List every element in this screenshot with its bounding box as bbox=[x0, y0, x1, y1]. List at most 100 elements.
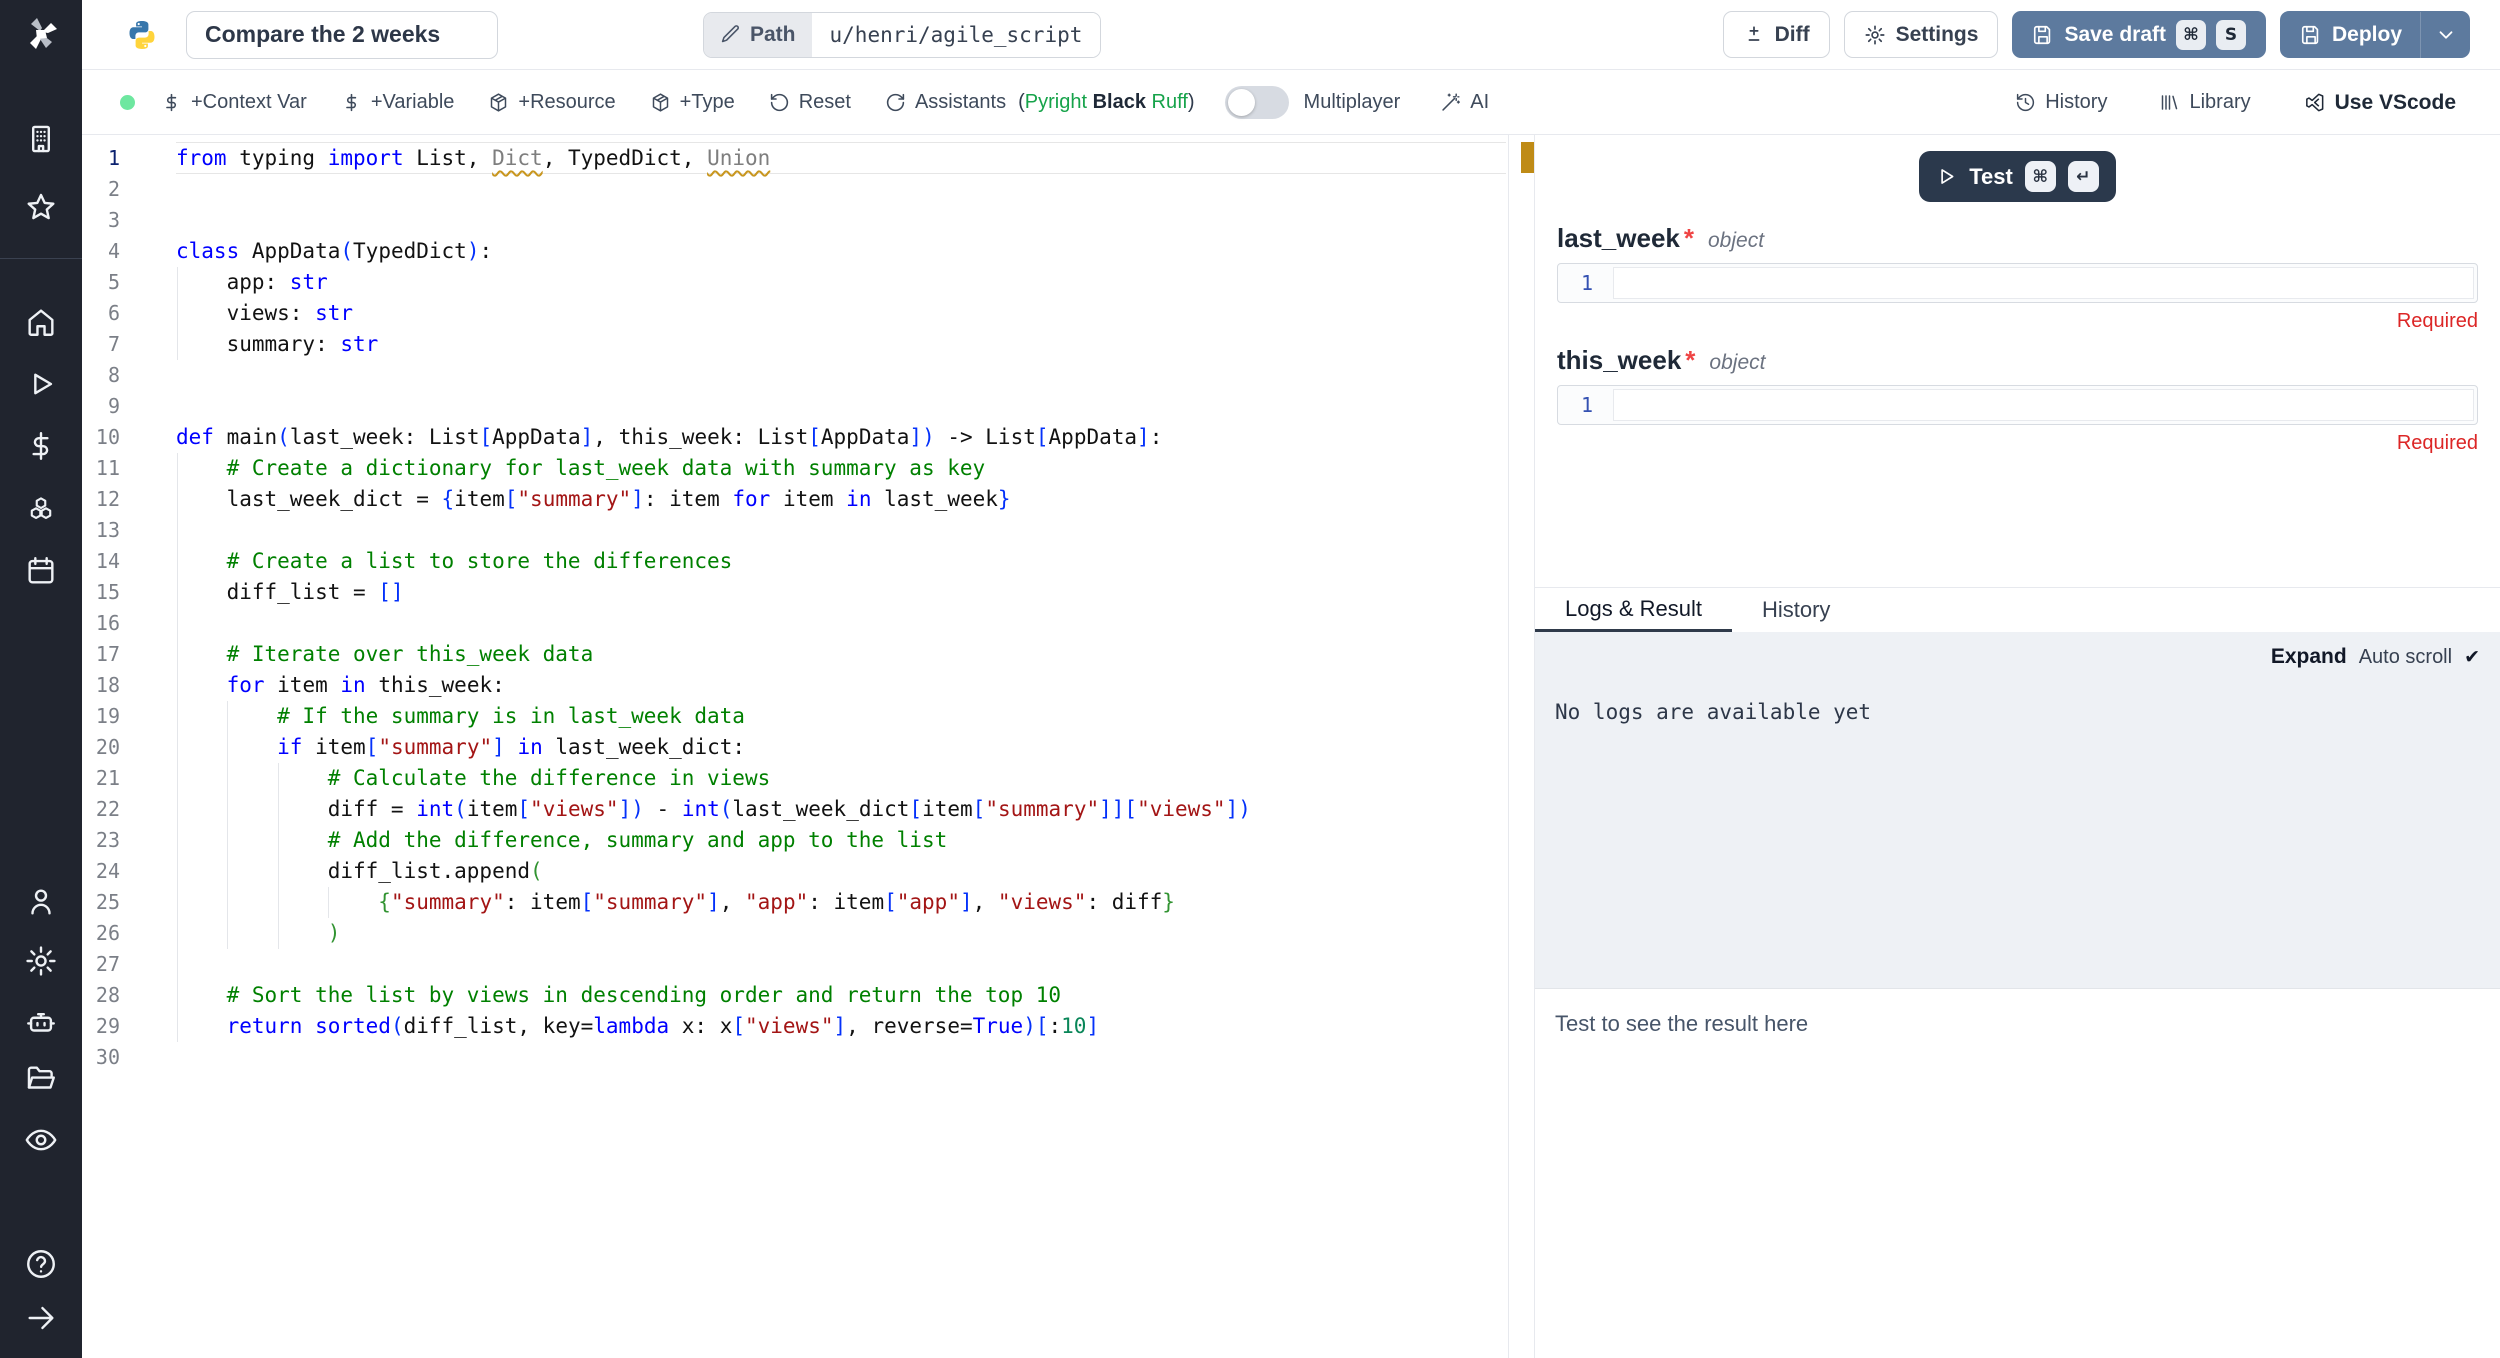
windmill-logo-icon[interactable] bbox=[21, 14, 61, 54]
code-line-20[interactable]: if item["summary"] in last_week_dict: bbox=[176, 732, 1508, 763]
code-line-30[interactable] bbox=[176, 1042, 1508, 1073]
line-number: 17 bbox=[82, 639, 176, 670]
line-number: 6 bbox=[82, 298, 176, 329]
auto-scroll-toggle[interactable]: Auto scroll bbox=[2359, 646, 2452, 669]
line-number: 23 bbox=[82, 825, 176, 856]
path-group[interactable]: Path u/henri/agile_script bbox=[703, 12, 1101, 58]
library-button[interactable]: Library bbox=[2159, 91, 2250, 114]
wand-icon bbox=[1440, 92, 1461, 113]
code-line-24[interactable]: diff_list.append( bbox=[176, 856, 1508, 887]
help-icon[interactable] bbox=[24, 1247, 58, 1281]
code-line-15[interactable]: diff_list = [] bbox=[176, 577, 1508, 608]
line-number: 11 bbox=[82, 453, 176, 484]
use-vscode-label: Use VScode bbox=[2335, 91, 2456, 115]
code-line-7[interactable]: summary: str bbox=[176, 329, 1508, 360]
json-input-this-week[interactable]: 1 bbox=[1557, 385, 2478, 425]
editor-toolbar: +Context Var +Variable +Resource +Type R… bbox=[82, 71, 2500, 135]
code-line-3[interactable] bbox=[176, 205, 1508, 236]
code-line-28[interactable]: # Sort the list by views in descending o… bbox=[176, 980, 1508, 1011]
json-input-area[interactable] bbox=[1613, 389, 2474, 421]
ai-button[interactable]: AI bbox=[1440, 91, 1489, 114]
add-type-button[interactable]: +Type bbox=[650, 91, 735, 114]
ruff-status: Ruff bbox=[1152, 91, 1188, 113]
reset-button[interactable]: Reset bbox=[769, 91, 851, 114]
code-line-10[interactable]: def main(last_week: List[AppData], this_… bbox=[176, 422, 1508, 453]
tab-logs-result[interactable]: Logs & Result bbox=[1535, 588, 1732, 632]
resources-boxes-icon[interactable] bbox=[24, 492, 58, 526]
code-line-4[interactable]: class AppData(TypedDict): bbox=[176, 236, 1508, 267]
add-variable-button[interactable]: +Variable bbox=[341, 91, 455, 114]
code-line-23[interactable]: # Add the difference, summary and app to… bbox=[176, 825, 1508, 856]
multiplayer-toggle[interactable] bbox=[1225, 86, 1289, 119]
path-label: Path bbox=[750, 23, 796, 47]
tab-history[interactable]: History bbox=[1732, 588, 1860, 632]
json-input-area[interactable] bbox=[1613, 267, 2474, 299]
expand-button[interactable]: Expand bbox=[2271, 645, 2347, 669]
code-line-9[interactable] bbox=[176, 391, 1508, 422]
chevron-down-icon[interactable] bbox=[2435, 24, 2457, 46]
code-line-29[interactable]: return sorted(diff_list, key=lambda x: x… bbox=[176, 1011, 1508, 1042]
lint-checks: (Pyright Black Ruff) bbox=[1018, 91, 1194, 114]
diff-button[interactable]: Diff bbox=[1723, 11, 1830, 58]
code-line-18[interactable]: for item in this_week: bbox=[176, 670, 1508, 701]
add-context-var-button[interactable]: +Context Var bbox=[161, 91, 307, 114]
path-value[interactable]: u/henri/agile_script bbox=[812, 13, 1101, 57]
paren-open: ( bbox=[1018, 91, 1025, 113]
workspace-building-icon[interactable] bbox=[24, 122, 58, 156]
deploy-button[interactable]: Deploy bbox=[2280, 11, 2470, 58]
code-editor[interactable]: 1234567891011121314151617181920212223242… bbox=[82, 135, 1508, 1358]
code-line-11[interactable]: # Create a dictionary for last_week data… bbox=[176, 453, 1508, 484]
required-message: Required bbox=[1557, 432, 2478, 455]
code-line-26[interactable]: ) bbox=[176, 918, 1508, 949]
variables-dollar-icon[interactable] bbox=[24, 429, 58, 463]
settings-button[interactable]: Settings bbox=[1844, 11, 1999, 58]
test-button[interactable]: Test ⌘ ↵ bbox=[1919, 151, 2116, 202]
code-line-16[interactable] bbox=[176, 608, 1508, 639]
check-icon[interactable]: ✔ bbox=[2464, 646, 2480, 668]
code-line-21[interactable]: # Calculate the difference in views bbox=[176, 763, 1508, 794]
code-line-8[interactable] bbox=[176, 360, 1508, 391]
package-icon bbox=[488, 92, 509, 113]
code-line-13[interactable] bbox=[176, 515, 1508, 546]
json-input-last-week[interactable]: 1 bbox=[1557, 263, 2478, 303]
script-name-input[interactable] bbox=[186, 11, 498, 59]
line-number: 10 bbox=[82, 422, 176, 453]
assistants-button[interactable]: Assistants bbox=[885, 91, 1006, 114]
runs-play-icon[interactable] bbox=[24, 367, 58, 401]
path-chip[interactable]: Path bbox=[704, 13, 812, 57]
code-line-6[interactable]: views: str bbox=[176, 298, 1508, 329]
code-line-1[interactable]: from typing import List, Dict, TypedDict… bbox=[176, 143, 1508, 174]
code-area[interactable]: from typing import List, Dict, TypedDict… bbox=[176, 143, 1508, 1073]
code-line-2[interactable] bbox=[176, 174, 1508, 205]
line-number: 8 bbox=[82, 360, 176, 391]
add-resource-button[interactable]: +Resource bbox=[488, 91, 615, 114]
favorites-star-icon[interactable] bbox=[24, 190, 58, 224]
code-line-12[interactable]: last_week_dict = {item["summary"]: item … bbox=[176, 484, 1508, 515]
diff-plus-minus-icon bbox=[1743, 24, 1765, 46]
folders-icon[interactable] bbox=[24, 1062, 58, 1096]
home-icon[interactable] bbox=[24, 305, 58, 339]
settings-gear-icon[interactable] bbox=[24, 944, 58, 978]
collapse-arrow-right-icon[interactable] bbox=[24, 1301, 58, 1335]
line-number: 19 bbox=[82, 701, 176, 732]
toggle-knob bbox=[1228, 89, 1255, 116]
code-line-14[interactable]: # Create a list to store the differences bbox=[176, 546, 1508, 577]
test-label: Test bbox=[1969, 164, 2013, 190]
schedules-calendar-icon[interactable] bbox=[24, 554, 58, 588]
code-line-27[interactable] bbox=[176, 949, 1508, 980]
code-line-17[interactable]: # Iterate over this_week data bbox=[176, 639, 1508, 670]
required-star: * bbox=[1684, 223, 1694, 254]
workers-bot-icon[interactable] bbox=[24, 1005, 58, 1039]
rotate-cw-icon bbox=[885, 92, 906, 113]
history-button[interactable]: History bbox=[2015, 91, 2107, 114]
code-line-25[interactable]: {"summary": item["summary"], "app": item… bbox=[176, 887, 1508, 918]
pyright-status: Pyright bbox=[1025, 91, 1087, 113]
code-line-19[interactable]: # If the summary is in last_week data bbox=[176, 701, 1508, 732]
overview-ruler[interactable] bbox=[1508, 135, 1534, 1358]
save-draft-button[interactable]: Save draft ⌘ S bbox=[2012, 11, 2266, 58]
code-line-22[interactable]: diff = int(item["views"]) - int(last_wee… bbox=[176, 794, 1508, 825]
code-line-5[interactable]: app: str bbox=[176, 267, 1508, 298]
audit-eye-icon[interactable] bbox=[24, 1123, 58, 1157]
use-vscode-button[interactable]: Use VScode bbox=[2303, 91, 2456, 115]
user-icon[interactable] bbox=[24, 885, 58, 919]
